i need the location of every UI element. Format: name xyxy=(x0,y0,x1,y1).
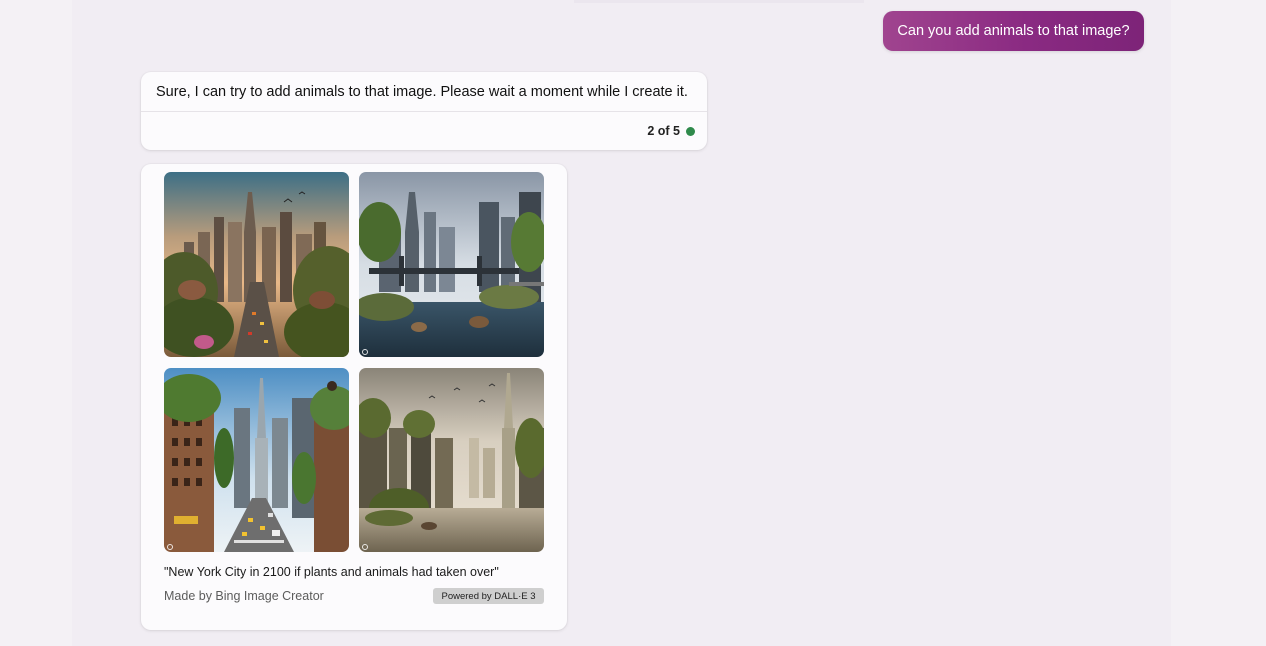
bot-message-card: Sure, I can try to add animals to that i… xyxy=(141,72,707,150)
bot-message-divider xyxy=(141,111,707,112)
image-creator-card: "New York City in 2100 if plants and ani… xyxy=(141,164,567,630)
bot-message-text: Sure, I can try to add animals to that i… xyxy=(156,84,688,100)
user-message-bubble: Can you add animals to that image? xyxy=(883,11,1144,51)
generated-image-4[interactable] xyxy=(359,368,544,552)
response-counter: 2 of 5 xyxy=(647,124,680,138)
generated-image-1[interactable] xyxy=(164,172,349,357)
generated-image-3[interactable] xyxy=(164,368,349,552)
made-by-link[interactable]: Made by Bing Image Creator xyxy=(164,589,324,603)
image-badge-icon xyxy=(362,544,368,550)
image-badge-icon xyxy=(362,349,368,355)
user-message-text: Can you add animals to that image? xyxy=(897,23,1130,39)
powered-by-badge: Powered by DALL·E 3 xyxy=(433,588,544,604)
bridge-flooded-city-icon xyxy=(359,172,544,357)
left-background-panel xyxy=(0,0,72,646)
generated-image-2[interactable] xyxy=(359,172,544,357)
city-sunset-animals-icon xyxy=(164,172,349,357)
bot-message-footer: 2 of 5 xyxy=(647,124,695,138)
overgrown-avenue-traffic-icon xyxy=(164,368,349,552)
status-dot-icon xyxy=(686,126,695,136)
image-prompt-text: "New York City in 2100 if plants and ani… xyxy=(164,565,499,579)
image-badge-icon xyxy=(167,544,173,550)
flooded-skyline-birds-icon xyxy=(359,368,544,552)
top-edge-bar xyxy=(574,0,864,3)
right-background-panel xyxy=(1171,0,1266,646)
